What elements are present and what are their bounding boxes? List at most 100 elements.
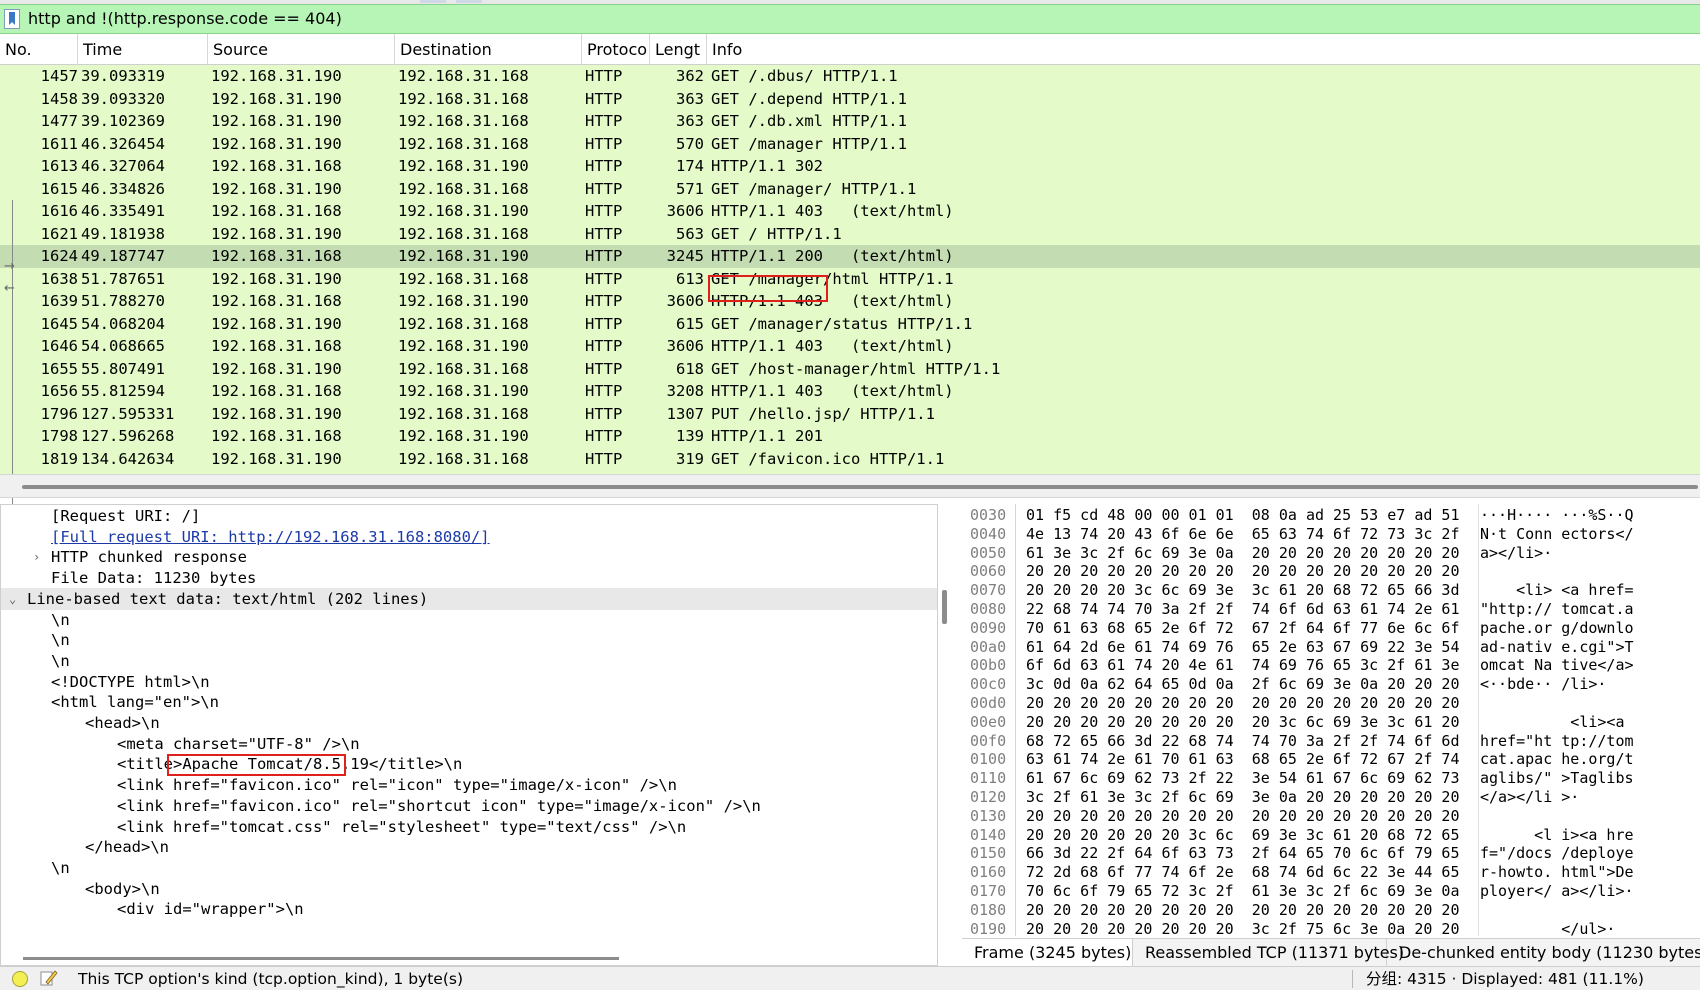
bytes-row[interactable]: 0080 22 68 74 74 70 3a 2f 2f 74 6f 6d 63 … [962, 600, 1700, 619]
detail-line[interactable]: </head>\n [1, 836, 937, 859]
detail-text: Line-based text data: text/html (202 lin… [27, 589, 429, 608]
byte-offset: 0150 [970, 844, 1007, 863]
packet-row[interactable]: 1457 39.093319 192.168.31.190 192.168.31.16… [0, 65, 1700, 88]
packet-row[interactable]: 1656 55.812594 192.168.31.168 192.168.31.19… [0, 380, 1700, 403]
packet-row[interactable]: 1638 51.787651 192.168.31.190 192.168.31.16… [0, 268, 1700, 291]
bytes-row[interactable]: 0040 4e 13 74 20 43 6f 6e 6e 65 63 74 6f … [962, 525, 1700, 544]
detail-line[interactable]: [Request URI: /] [1, 505, 937, 528]
detail-line[interactable]: <html lang="en">\n [1, 691, 937, 714]
bytes-row[interactable]: 0180 20 20 20 20 20 20 20 20 20 20 20 20 … [962, 901, 1700, 920]
bytes-row[interactable]: 0070 20 20 20 20 3c 6c 69 3e 3c 61 20 68 … [962, 581, 1700, 600]
detail-line[interactable]: <head>\n [1, 712, 937, 735]
bytes-row[interactable]: 0160 72 2d 68 6f 77 74 6f 2e 68 74 6d 6c … [962, 863, 1700, 882]
packet-row[interactable]: 1615 46.334826 192.168.31.190 192.168.31.16… [0, 178, 1700, 201]
column-header-time[interactable]: Time [78, 34, 208, 65]
column-header-protocol[interactable]: Protoco [582, 34, 650, 65]
detail-line[interactable]: <link href="tomcat.css" rel="stylesheet"… [1, 816, 937, 839]
detail-line[interactable]: \n [1, 609, 937, 632]
byte-hex: 4e 13 74 20 43 6f 6e 6e 65 63 74 6f 72 7… [1026, 524, 1460, 543]
detail-line[interactable]: <div id="wrapper">\n [1, 898, 937, 921]
bytes-row[interactable]: 00d0 20 20 20 20 20 20 20 20 20 20 20 20 … [962, 694, 1700, 713]
packet-details-pane[interactable]: [Request URI: /] [Full request URI: http:… [0, 504, 938, 966]
detail-line[interactable]: <body>\n [1, 878, 937, 901]
bytes-row[interactable]: 0030 01 f5 cd 48 00 00 01 01 08 0a ad 25 … [962, 506, 1700, 525]
detail-line[interactable]: ⌄ Line-based text data: text/html (202 li… [1, 587, 937, 611]
bytes-row[interactable]: 0140 20 20 20 20 20 20 3c 6c 69 3e 3c 61 … [962, 826, 1700, 845]
bytes-row[interactable]: 0100 63 61 74 2e 61 70 61 63 68 65 2e 6f … [962, 750, 1700, 769]
bytes-row[interactable]: 0190 20 20 20 20 20 20 20 20 3c 2f 75 6c … [962, 920, 1700, 936]
packet-row[interactable]: 1646 54.068665 192.168.31.168 192.168.31.19… [0, 335, 1700, 358]
detail-line[interactable]: File Data: 11230 bytes [1, 567, 937, 590]
edit-comment-icon[interactable] [40, 969, 58, 987]
detail-line[interactable]: \n [1, 650, 937, 673]
bytes-row[interactable]: 0110 61 67 6c 69 62 73 2f 22 3e 54 61 67 … [962, 769, 1700, 788]
detail-text: \n [51, 610, 70, 629]
packet-row[interactable]: 1611 46.326454 192.168.31.190 192.168.31.16… [0, 133, 1700, 156]
column-header-source[interactable]: Source [208, 34, 395, 65]
detail-line[interactable]: <link href="favicon.ico" rel="icon" type… [1, 774, 937, 797]
packet-row[interactable]: 1621 49.181938 192.168.31.190 192.168.31.16… [0, 223, 1700, 246]
packet-row[interactable]: 1458 39.093320 192.168.31.190 192.168.31.16… [0, 88, 1700, 111]
toolbar-button[interactable] [420, 0, 446, 3]
column-header-destination[interactable]: Destination [395, 34, 582, 65]
detail-line[interactable]: \n [1, 857, 937, 880]
byte-hex: 22 68 74 74 70 3a 2f 2f 74 6f 6d 63 61 7… [1026, 600, 1460, 618]
bookmark-icon[interactable] [4, 9, 20, 29]
tab-dechunked-body[interactable]: De-chunked entity body (11230 bytes) [1387, 939, 1700, 967]
column-header-info[interactable]: Info [707, 34, 1700, 65]
tab-reassembled-tcp[interactable]: Reassembled TCP (11371 bytes) [1133, 939, 1404, 967]
packet-row[interactable]: 1655 55.807491 192.168.31.190 192.168.31.16… [0, 358, 1700, 381]
bytes-row[interactable]: 0090 70 61 63 68 65 2e 6f 72 67 2f 64 6f … [962, 619, 1700, 638]
packet-list-scrollbar[interactable] [0, 474, 1700, 498]
cell-info: PUT /hello.jsp/ HTTP/1.1 [711, 404, 935, 423]
packet-bytes-pane[interactable]: 0030 01 f5 cd 48 00 00 01 01 08 0a ad 25 … [962, 504, 1700, 936]
packet-list[interactable]: No. Time Source Destination Protoco Leng… [0, 34, 1700, 536]
packet-row[interactable]: 1477 39.102369 192.168.31.190 192.168.31.16… [0, 110, 1700, 133]
cell-info: GET /manager/status HTTP/1.1 [711, 314, 973, 333]
bytes-row[interactable]: 0170 70 6c 6f 79 65 72 3c 2f 61 3e 3c 2f … [962, 882, 1700, 901]
bytes-row[interactable]: 0060 20 20 20 20 20 20 20 20 20 20 20 20 … [962, 562, 1700, 581]
byte-hex: 70 61 63 68 65 2e 6f 72 67 2f 64 6f 77 6… [1026, 618, 1460, 637]
cell-proto: HTTP [585, 269, 623, 288]
bytes-row[interactable]: 00f0 68 72 65 66 3d 22 68 74 74 70 3a 2f … [962, 732, 1700, 751]
packet-row[interactable]: 1639 51.788270 192.168.31.168 192.168.31.19… [0, 290, 1700, 313]
column-header-length[interactable]: Lengt [650, 34, 707, 65]
collapse-icon[interactable]: ⌄ [9, 588, 16, 611]
bytes-row[interactable]: 0120 3c 2f 61 3e 3c 2f 6c 69 3e 0a 20 20 … [962, 788, 1700, 807]
details-hscrollbar[interactable] [1, 957, 937, 965]
detail-line[interactable]: \n [1, 629, 937, 652]
detail-line[interactable]: › HTTP chunked response [1, 546, 937, 569]
bytes-row[interactable]: 00e0 20 20 20 20 20 20 20 20 20 3c 6c 69 … [962, 713, 1700, 732]
packet-row[interactable]: 1645 54.068204 192.168.31.190 192.168.31.16… [0, 313, 1700, 336]
packet-row[interactable]: 1616 46.335491 192.168.31.168 192.168.31.19… [0, 200, 1700, 223]
expand-icon[interactable]: › [33, 546, 40, 569]
bytes-row[interactable]: 00a0 61 64 2d 6e 61 74 69 76 65 2e 63 67 … [962, 638, 1700, 657]
full-request-uri-link[interactable]: [Full request URI: http://192.168.31.168… [51, 526, 490, 549]
bytes-row[interactable]: 0130 20 20 20 20 20 20 20 20 20 20 20 20 … [962, 807, 1700, 826]
tab-frame[interactable]: Frame (3245 bytes) [962, 939, 1133, 967]
bytes-row[interactable]: 00c0 3c 0d 0a 62 64 65 0d 0a 2f 6c 69 3e … [962, 675, 1700, 694]
bytes-row[interactable]: 0150 66 3d 22 2f 64 6f 63 73 2f 64 65 70 … [962, 844, 1700, 863]
cell-time: 46.326454 [81, 134, 165, 153]
detail-line[interactable]: <title>Apache Tomcat/8.5.19</title>\n [1, 753, 937, 776]
detail-text: <head>\n [85, 714, 160, 732]
toolbar-button[interactable] [456, 0, 482, 3]
packet-row[interactable]: 1819 134.642634 192.168.31.190 192.168.31.1… [0, 448, 1700, 471]
packet-row[interactable]: 1613 46.327064 192.168.31.168 192.168.31.19… [0, 155, 1700, 178]
packet-row[interactable]: 1624 49.187747 192.168.31.168 192.168.31.19… [0, 245, 1700, 268]
details-scrollbar[interactable] [942, 590, 947, 624]
byte-offset: 00f0 [970, 731, 1007, 750]
cell-dst: 192.168.31.168 [398, 359, 529, 378]
bytes-row[interactable]: 0050 61 3e 3c 2f 6c 69 3e 0a 20 20 20 20 … [962, 544, 1700, 563]
packet-row[interactable]: 1798 127.596268 192.168.31.168 192.168.31.1… [0, 425, 1700, 448]
packet-row[interactable]: 1796 127.595331 192.168.31.190 192.168.31.1… [0, 403, 1700, 426]
cell-info: GET /.depend HTTP/1.1 [711, 89, 907, 108]
status-led-icon[interactable] [12, 971, 28, 987]
detail-line[interactable]: <meta charset="UTF-8" />\n [1, 733, 937, 756]
bytes-row[interactable]: 00b0 6f 6d 63 61 74 20 4e 61 74 69 76 65 … [962, 656, 1700, 675]
detail-line[interactable]: <!DOCTYPE html>\n [1, 671, 937, 694]
detail-line[interactable]: [Full request URI: http://192.168.31.168… [1, 526, 937, 549]
display-filter-input[interactable]: http and !(http.response.code == 404) [28, 5, 342, 33]
detail-line[interactable]: <link href="favicon.ico" rel="shortcut i… [1, 795, 937, 818]
column-header-no[interactable]: No. [0, 34, 78, 65]
